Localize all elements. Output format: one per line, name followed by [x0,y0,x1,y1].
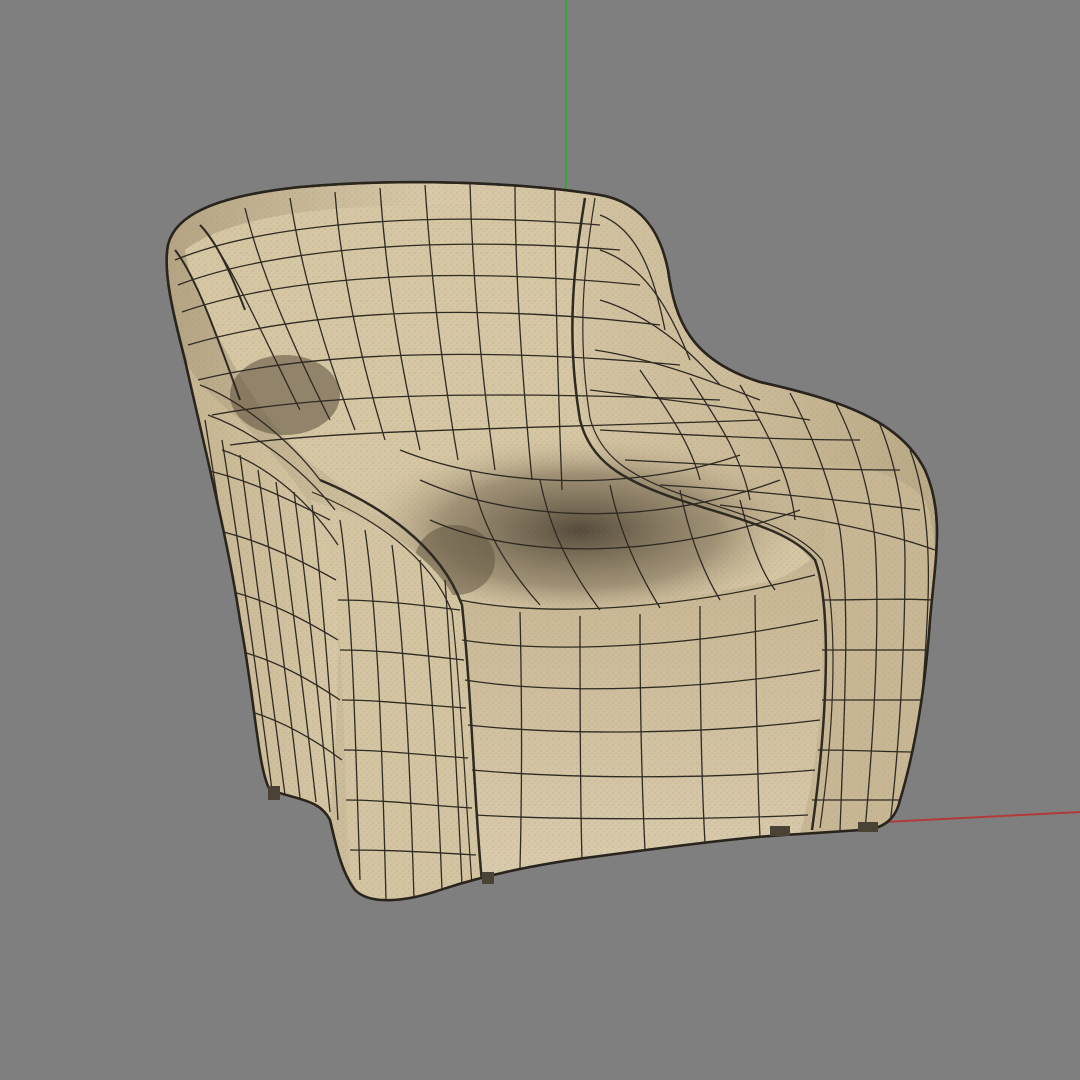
armchair-model[interactable] [0,0,1080,1080]
left-front-foot [482,872,494,884]
x-axis-line [884,811,1080,823]
left-back-foot [268,786,280,800]
3d-viewport[interactable] [0,0,1080,1080]
fabric-texture [166,182,937,901]
right-back-foot [858,822,878,832]
viewport-canvas[interactable] [0,0,1080,1080]
right-front-foot [770,826,790,836]
